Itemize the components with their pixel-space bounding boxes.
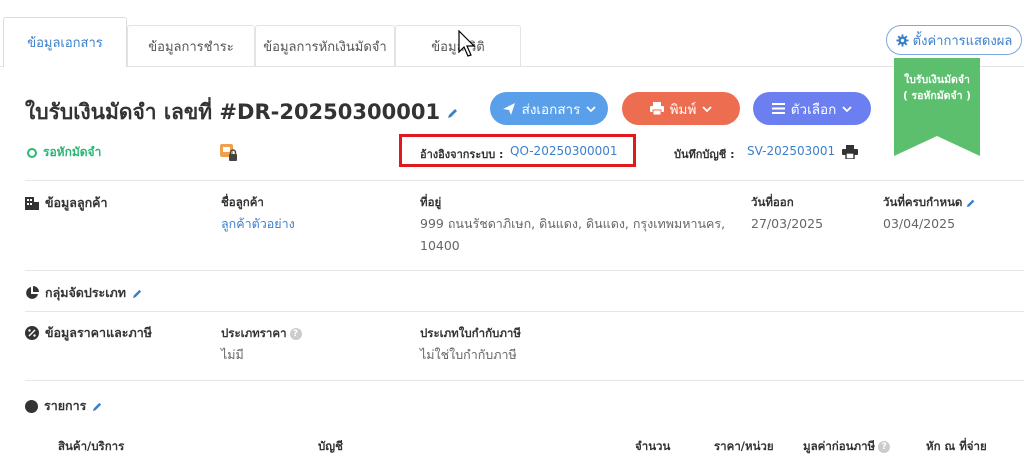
column-header-account: บัญชี bbox=[318, 439, 343, 453]
status-badge: รอหักมัดจำ bbox=[27, 143, 101, 162]
price-type-label: ประเภทราคา? bbox=[221, 325, 302, 343]
display-settings-label: ตั้งค่าการแสดงผล bbox=[912, 33, 1013, 49]
journal-label: บันทึกบัญชี : bbox=[674, 148, 735, 161]
items-section-label: รายการ bbox=[44, 398, 87, 413]
display-settings-button[interactable]: ตั้งค่าการแสดงผล bbox=[886, 25, 1022, 55]
due-date-value: 03/04/2025 bbox=[883, 216, 956, 231]
divider bbox=[25, 380, 1024, 381]
due-date-label-text: วันที่ครบกำหนด bbox=[883, 195, 963, 209]
price-type-value: ไม่มี bbox=[221, 347, 244, 362]
customer-name-link[interactable]: ลูกค้าตัวอย่าง bbox=[221, 213, 295, 235]
edit-due-date-icon[interactable] bbox=[966, 198, 976, 208]
edit-items-icon[interactable] bbox=[92, 401, 103, 412]
send-document-label: ส่งเอกสาร bbox=[521, 101, 581, 118]
address-label: ที่อยู่ bbox=[420, 195, 442, 209]
column-header-unit-price: ราคา/หน่วย bbox=[714, 439, 774, 453]
column-header-pre-tax-value: มูลค่าก่อนภาษี? bbox=[803, 438, 891, 456]
column-header-quantity: จำนวน bbox=[635, 439, 671, 453]
help-icon[interactable]: ? bbox=[289, 327, 302, 340]
options-button[interactable]: ตัวเลือก bbox=[753, 92, 871, 125]
gear-icon bbox=[896, 33, 909, 47]
pie-chart-icon bbox=[26, 286, 39, 299]
ribbon-status: ( รอหักมัดจำ ) bbox=[903, 90, 971, 102]
classification-section-title: กลุ่มจัดประเภท bbox=[25, 283, 143, 303]
issue-date-value: 27/03/2025 bbox=[751, 216, 824, 231]
pricing-section-label: ข้อมูลราคาและภาษี bbox=[45, 325, 152, 340]
status-text: รอหักมัดจำ bbox=[43, 145, 102, 159]
issue-date-label: วันที่ออก bbox=[751, 195, 794, 209]
divider bbox=[25, 270, 1024, 271]
column-header-withholding: หัก ณ ที่จ่าย bbox=[926, 439, 987, 453]
status-dot-icon bbox=[27, 147, 37, 158]
mouse-cursor-icon bbox=[458, 30, 476, 57]
tab-document-info[interactable]: ข้อมูลเอกสาร bbox=[3, 17, 127, 67]
printer-icon bbox=[649, 102, 664, 115]
print-label: พิมพ์ bbox=[669, 101, 697, 118]
print-journal-icon[interactable] bbox=[842, 145, 858, 159]
send-document-button[interactable]: ส่งเอกสาร bbox=[490, 92, 608, 125]
column-header-product: สินค้า/บริการ bbox=[58, 439, 125, 453]
tax-invoice-value: ไม่ใช่ใบกำกับภาษี bbox=[420, 347, 517, 362]
address-value: 999 ถนนรัชดาภิเษก, ดินแดง, ดินแดง, กรุงเ… bbox=[420, 213, 725, 257]
print-button[interactable]: พิมพ์ bbox=[622, 92, 740, 125]
percent-icon bbox=[25, 326, 39, 340]
page-title: ใบรับเงินมัดจำ เลขที่ #DR-20250300001 bbox=[25, 96, 459, 129]
due-date-label: วันที่ครบกำหนด bbox=[883, 194, 976, 212]
help-icon[interactable]: ? bbox=[878, 440, 891, 453]
customer-name-label: ชื่อลูกค้า bbox=[221, 195, 264, 209]
paper-plane-icon bbox=[502, 102, 515, 115]
address-line-2: 10400 bbox=[420, 238, 460, 253]
reference-link[interactable]: QO-20250300001 bbox=[510, 144, 618, 158]
pricing-section-title: ข้อมูลราคาและภาษี bbox=[25, 323, 152, 343]
ribbon-doc-type: ใบรับเงินมัดจำ bbox=[904, 74, 970, 86]
chevron-down-icon bbox=[702, 105, 712, 112]
tab-payment-info[interactable]: ข้อมูลการชำระ bbox=[127, 25, 255, 67]
edit-classification-icon[interactable] bbox=[132, 288, 143, 299]
page-title-text: ใบรับเงินมัดจำ เลขที่ #DR-20250300001 bbox=[25, 100, 441, 124]
chevron-down-icon bbox=[586, 105, 597, 112]
divider bbox=[25, 311, 1024, 312]
options-label: ตัวเลือก bbox=[790, 101, 837, 118]
price-type-label-text: ประเภทราคา bbox=[221, 326, 287, 340]
edit-title-icon[interactable] bbox=[447, 107, 459, 119]
tax-invoice-label: ประเภทใบกำกับภาษี bbox=[420, 326, 521, 340]
customer-section-label: ข้อมูลลูกค้า bbox=[45, 195, 108, 210]
items-section-title: รายการ bbox=[25, 396, 103, 416]
reference-label: อ้างอิงจากระบบ : bbox=[420, 148, 504, 161]
classification-section-label: กลุ่มจัดประเภท bbox=[45, 285, 127, 300]
address-line-1: 999 ถนนรัชดาภิเษก, ดินแดง, ดินแดง, กรุงเ… bbox=[420, 216, 726, 231]
tabs-divider bbox=[0, 66, 1024, 67]
tab-deposit-deduction-info[interactable]: ข้อมูลการหักเงินมัดจำ bbox=[255, 25, 395, 67]
locked-document-icon bbox=[220, 144, 237, 161]
chevron-down-icon bbox=[842, 105, 852, 112]
building-icon bbox=[25, 197, 39, 210]
ribbon-text: ใบรับเงินมัดจำ ( รอหักมัดจำ ) bbox=[894, 72, 980, 104]
customer-section-title: ข้อมูลลูกค้า bbox=[25, 193, 108, 213]
tab-bar: ข้อมูลเอกสาร ข้อมูลการชำระ ข้อมูลการหักเ… bbox=[0, 17, 1024, 67]
circle-icon bbox=[25, 399, 38, 413]
menu-lines-icon bbox=[771, 103, 785, 114]
journal-link[interactable]: SV-202503001 bbox=[747, 144, 835, 158]
column-header-pre-tax-value-text: มูลค่าก่อนภาษี bbox=[803, 439, 876, 453]
divider bbox=[25, 180, 1024, 181]
